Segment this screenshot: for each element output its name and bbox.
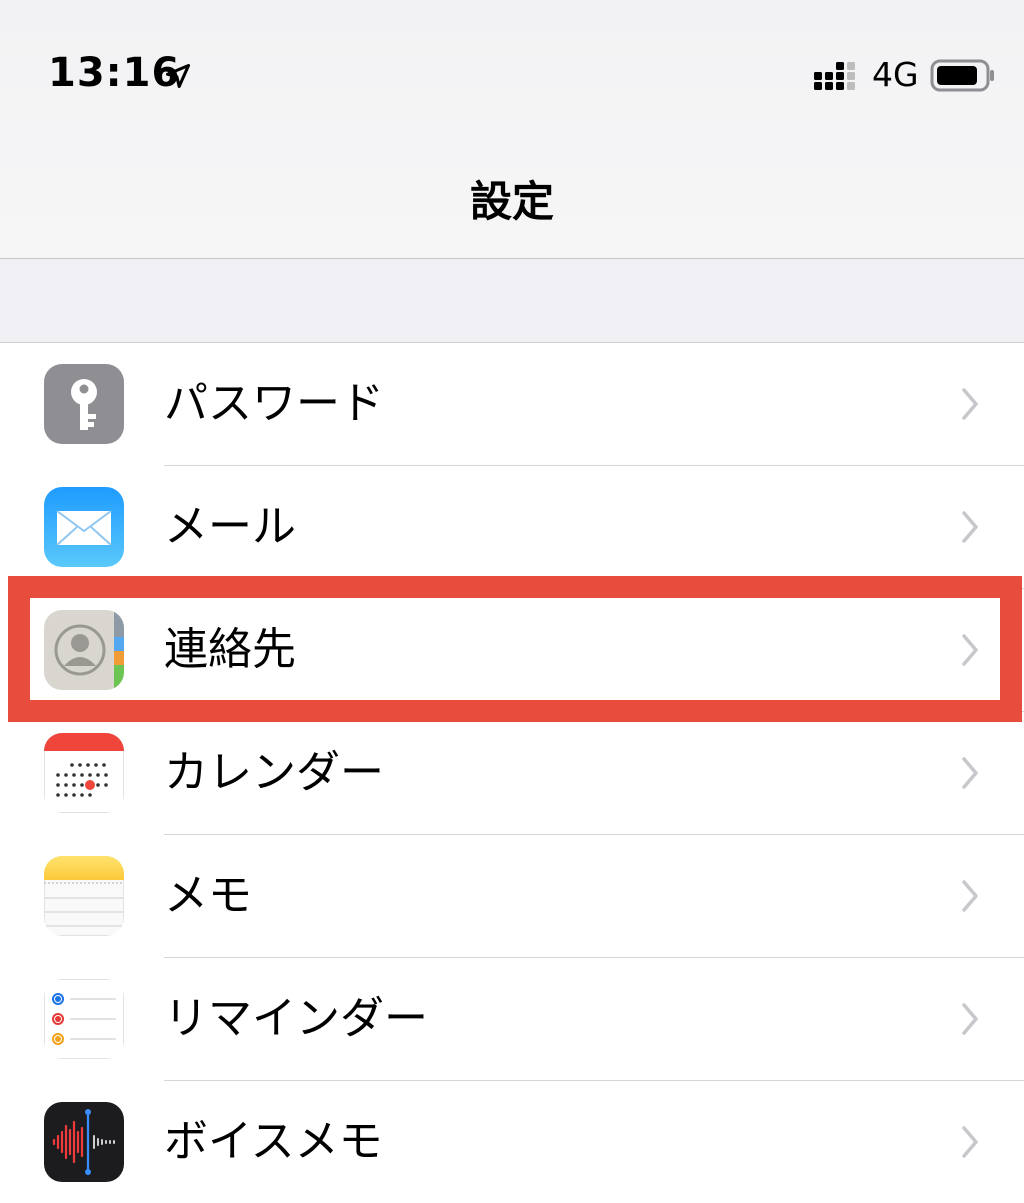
settings-row-passwords[interactable]: パスワード (44, 343, 1024, 466)
chevron-right-icon (962, 880, 978, 912)
settings-row-contacts[interactable]: 連絡先 (44, 589, 1024, 712)
status-and-nav-bar: 13:16 4G 設定 (0, 0, 1024, 259)
battery-icon (930, 59, 994, 92)
status-time: 13:16 (48, 50, 181, 96)
settings-row-notes[interactable]: メモ (44, 835, 1024, 958)
settings-row-label: ボイスメモ (164, 1116, 383, 1167)
settings-row-label: パスワード (164, 378, 384, 429)
chevron-right-icon (962, 634, 978, 666)
notes-icon (44, 856, 124, 936)
chevron-right-icon (962, 757, 978, 789)
reminders-icon (44, 979, 124, 1059)
section-spacer (0, 259, 1024, 343)
chevron-right-icon (962, 511, 978, 543)
chevron-right-icon (962, 1003, 978, 1035)
settings-row-label: リマインダー (164, 993, 428, 1044)
cellular-signal-icon (814, 62, 855, 90)
voice-memos-icon (44, 1102, 124, 1182)
settings-list: パスワード メール 連絡先 カレンダー メモ リマインダー ボイスメモ (0, 343, 1024, 1203)
settings-row-label: カレンダー (164, 747, 384, 798)
settings-row-reminders[interactable]: リマインダー (44, 958, 1024, 1081)
key-icon (44, 364, 124, 444)
chevron-right-icon (962, 1126, 978, 1158)
calendar-icon (44, 733, 124, 813)
settings-row-voice-memos[interactable]: ボイスメモ (44, 1081, 1024, 1203)
network-type: 4G (872, 55, 919, 94)
contacts-icon (44, 610, 124, 690)
mail-icon (44, 487, 124, 567)
settings-row-calendar[interactable]: カレンダー (44, 712, 1024, 835)
page-title: 設定 (469, 177, 554, 226)
settings-row-label: メール (164, 501, 296, 552)
settings-row-label: メモ (164, 870, 252, 921)
settings-row-label: 連絡先 (164, 624, 296, 675)
settings-row-mail[interactable]: メール (44, 466, 1024, 589)
chevron-right-icon (962, 388, 978, 420)
location-arrow-icon (165, 63, 191, 89)
